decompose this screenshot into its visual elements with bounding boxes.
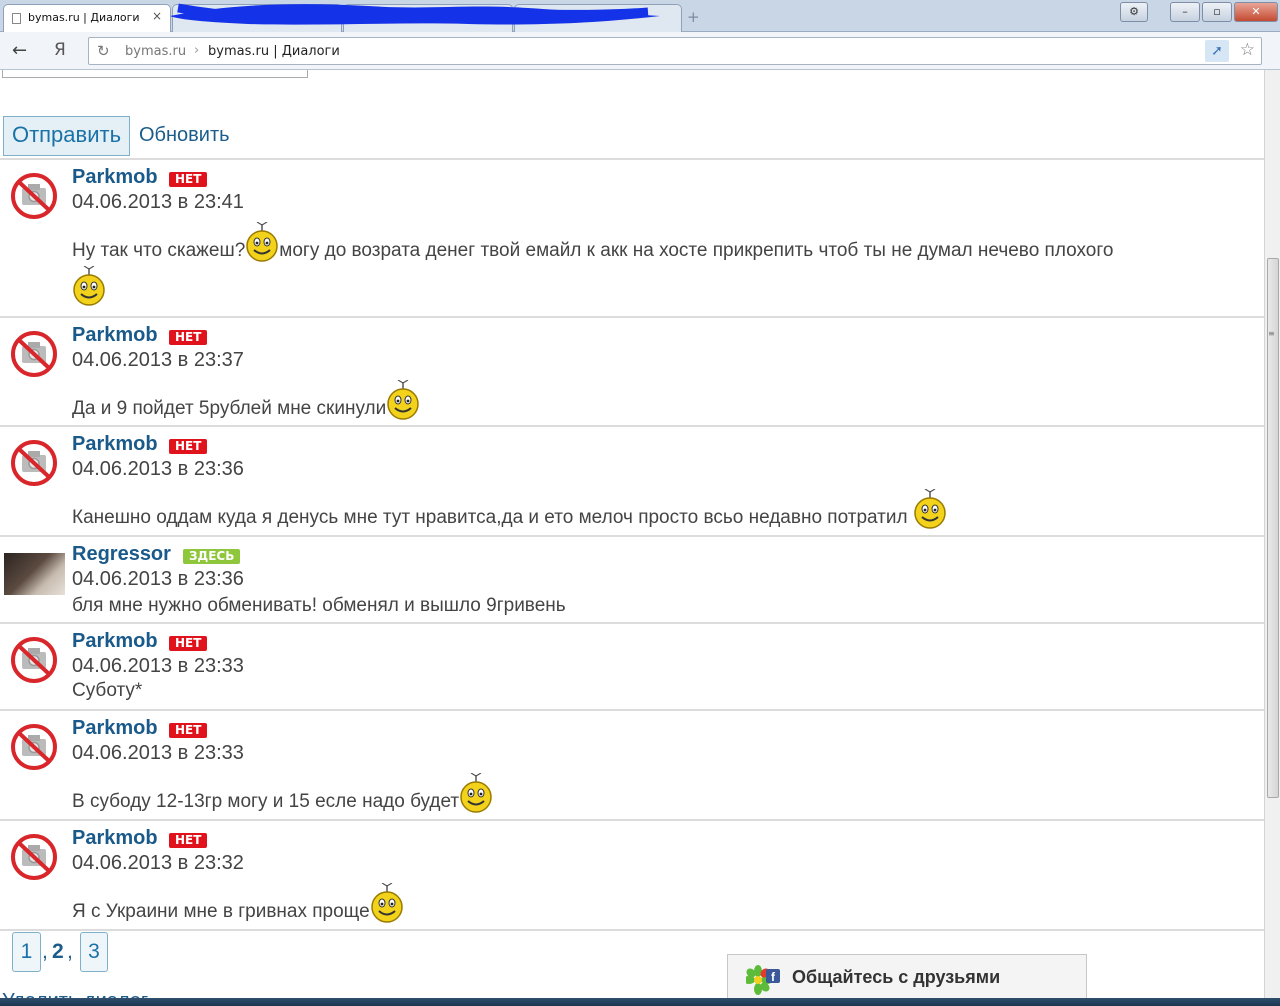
close-window-button[interactable]: ✕ (1234, 2, 1278, 22)
smiley-icon (459, 773, 493, 813)
message-date: 04.06.2013 в 23:36 (72, 458, 244, 480)
message-text-part: Ну так что скажеш? (72, 240, 246, 261)
message-text-part: Я с Украини мне в гривнах проще (72, 901, 370, 922)
smiley-icon (245, 222, 279, 262)
author-name[interactable]: Parkmob (72, 166, 158, 189)
send-button[interactable]: Отправить (3, 116, 130, 156)
author-name[interactable]: Parkmob (72, 433, 158, 456)
page-link-3[interactable]: 3 (80, 932, 108, 972)
reload-icon[interactable]: ↻ (97, 42, 110, 60)
author-name[interactable]: Parkmob (72, 827, 158, 850)
message-text: Суботу* (72, 680, 142, 702)
message-item: Parkmob НЕТ 04.06.2013 в 23:33 В субоду … (0, 709, 1264, 819)
message-item: Parkmob НЕТ 04.06.2013 в 23:33 Суботу* (0, 622, 1264, 709)
no-photo-icon[interactable] (10, 439, 58, 487)
message-date: 04.06.2013 в 23:32 (72, 852, 244, 874)
no-photo-icon[interactable] (10, 636, 58, 684)
minimize-button[interactable]: – (1170, 2, 1200, 22)
back-arrow-icon[interactable]: ← (12, 40, 27, 61)
message-text: В субоду 12-13гр могу и 15 есле надо буд… (72, 773, 493, 813)
no-photo-icon[interactable] (10, 330, 58, 378)
message-text: бля мне нужно обменивать! обменял и вышл… (72, 595, 566, 617)
message-item: Regressor ЗДЕСЬ 04.06.2013 в 23:36 бля м… (0, 535, 1264, 622)
message-date: 04.06.2013 в 23:36 (72, 568, 244, 590)
url-separator: › (194, 43, 200, 58)
page-separator: , (42, 940, 48, 963)
page-icon (12, 13, 21, 24)
url-page-title: bymas.ru | Диалоги (208, 44, 340, 59)
delete-dialog-link[interactable]: Удалить диалог (2, 990, 148, 998)
author-name[interactable]: Regressor (72, 543, 171, 566)
friends-chat-bar[interactable]: f Общайтесь с друзьями (727, 954, 1087, 1000)
message-date: 04.06.2013 в 23:41 (72, 191, 244, 213)
page-link-1[interactable]: 1 (12, 932, 41, 972)
message-text-part: Суботу* (72, 680, 143, 701)
friends-bar-label: Общайтесь с друзьями (792, 967, 1001, 987)
user-avatar-photo[interactable] (4, 553, 65, 595)
smiley-icon (72, 266, 106, 306)
message-date: 04.06.2013 в 23:33 (72, 742, 244, 764)
no-photo-icon[interactable] (10, 723, 58, 771)
no-photo-icon[interactable] (10, 833, 58, 881)
message-text-part: бля мне нужно обменивать! обменял и вышл… (72, 595, 566, 616)
message-text: Канешно оддам куда я денусь мне тут нрав… (72, 489, 947, 529)
scrollbar-thumb[interactable] (1267, 258, 1279, 798)
message-text: Я с Украини мне в гривнах проще (72, 883, 404, 923)
message-item: Parkmob НЕТ 04.06.2013 в 23:36 Канешно о… (0, 425, 1264, 535)
message-textarea[interactable] (2, 70, 308, 78)
page-content: Отправить Обновить Parkmob НЕТ 04.06.201… (0, 70, 1264, 998)
smiley-icon (370, 883, 404, 923)
address-bar[interactable]: ↻ bymas.ru › bymas.ru | Диалоги ➚ ☆ (88, 37, 1262, 65)
page-separator: , (67, 940, 73, 963)
message-text-part: Канешно оддам куда я денусь мне тут нрав… (72, 507, 908, 528)
smiley-icon (913, 489, 947, 529)
author-name[interactable]: Parkmob (72, 324, 158, 347)
tab-close-icon[interactable]: × (152, 9, 162, 23)
no-photo-icon[interactable] (10, 172, 58, 220)
gear-icon[interactable]: ⚙ (1120, 2, 1148, 22)
message-item: Parkmob НЕТ 04.06.2013 в 23:32 Я с Украи… (0, 819, 1264, 929)
redaction-scribble (170, 3, 660, 25)
browser-toolbar: ← Я ↻ bymas.ru › bymas.ru | Диалоги ➚ ☆ (0, 32, 1280, 70)
yandex-icon[interactable]: Я (54, 40, 66, 60)
message-text: Да и 9 пойдет 5рублей мне скинули (72, 380, 420, 420)
tab-active[interactable]: bymas.ru | Диалоги × (3, 4, 171, 32)
refresh-link[interactable]: Обновить (139, 124, 230, 147)
browser-titlebar: bymas.ru | Диалоги × + ⚙ – ▫ ✕ (0, 0, 1280, 32)
status-badge-offline: НЕТ (169, 439, 208, 454)
maximize-button[interactable]: ▫ (1202, 2, 1232, 22)
icq-flower-icon: f (746, 965, 780, 995)
scrollbar-grip: ≡ (1268, 329, 1275, 338)
share-arrow-icon[interactable]: ➚ (1205, 40, 1229, 62)
divider (0, 929, 1264, 931)
new-tab-button[interactable]: + (687, 8, 700, 26)
status-badge-online: ЗДЕСЬ (183, 549, 241, 564)
url-host: bymas.ru (125, 44, 187, 59)
status-badge-offline: НЕТ (169, 172, 208, 187)
message-text-part: могу до возрата денег твой емайл к акк н… (279, 240, 1114, 261)
status-badge-offline: НЕТ (169, 833, 208, 848)
message-date: 04.06.2013 в 23:37 (72, 349, 244, 371)
message-text: Ну так что скажеш? могу до возрата денег … (72, 222, 1113, 262)
message-text-part: В субоду 12-13гр могу и 15 есле надо буд… (72, 791, 460, 812)
message-date: 04.06.2013 в 23:33 (72, 655, 244, 677)
status-badge-offline: НЕТ (169, 723, 208, 738)
bookmark-star-icon[interactable]: ☆ (1240, 40, 1255, 60)
window-controls: ⚙ – ▫ ✕ (1120, 2, 1278, 22)
tab-title: bymas.ru | Диалоги (28, 11, 140, 24)
status-badge-offline: НЕТ (169, 636, 208, 651)
message-text-part: Да и 9 пойдет 5рублей мне скинули (72, 398, 387, 419)
message-item: Parkmob НЕТ 04.06.2013 в 23:41 Ну так чт… (0, 158, 1264, 316)
author-name[interactable]: Parkmob (72, 717, 158, 740)
status-badge-offline: НЕТ (169, 330, 208, 345)
message-item: Parkmob НЕТ 04.06.2013 в 23:37 Да и 9 по… (0, 316, 1264, 425)
os-taskbar (0, 998, 1280, 1006)
author-name[interactable]: Parkmob (72, 630, 158, 653)
vertical-scrollbar[interactable]: ≡ (1264, 70, 1280, 998)
page-current-2: 2 (52, 940, 64, 963)
smiley-icon (386, 380, 420, 420)
